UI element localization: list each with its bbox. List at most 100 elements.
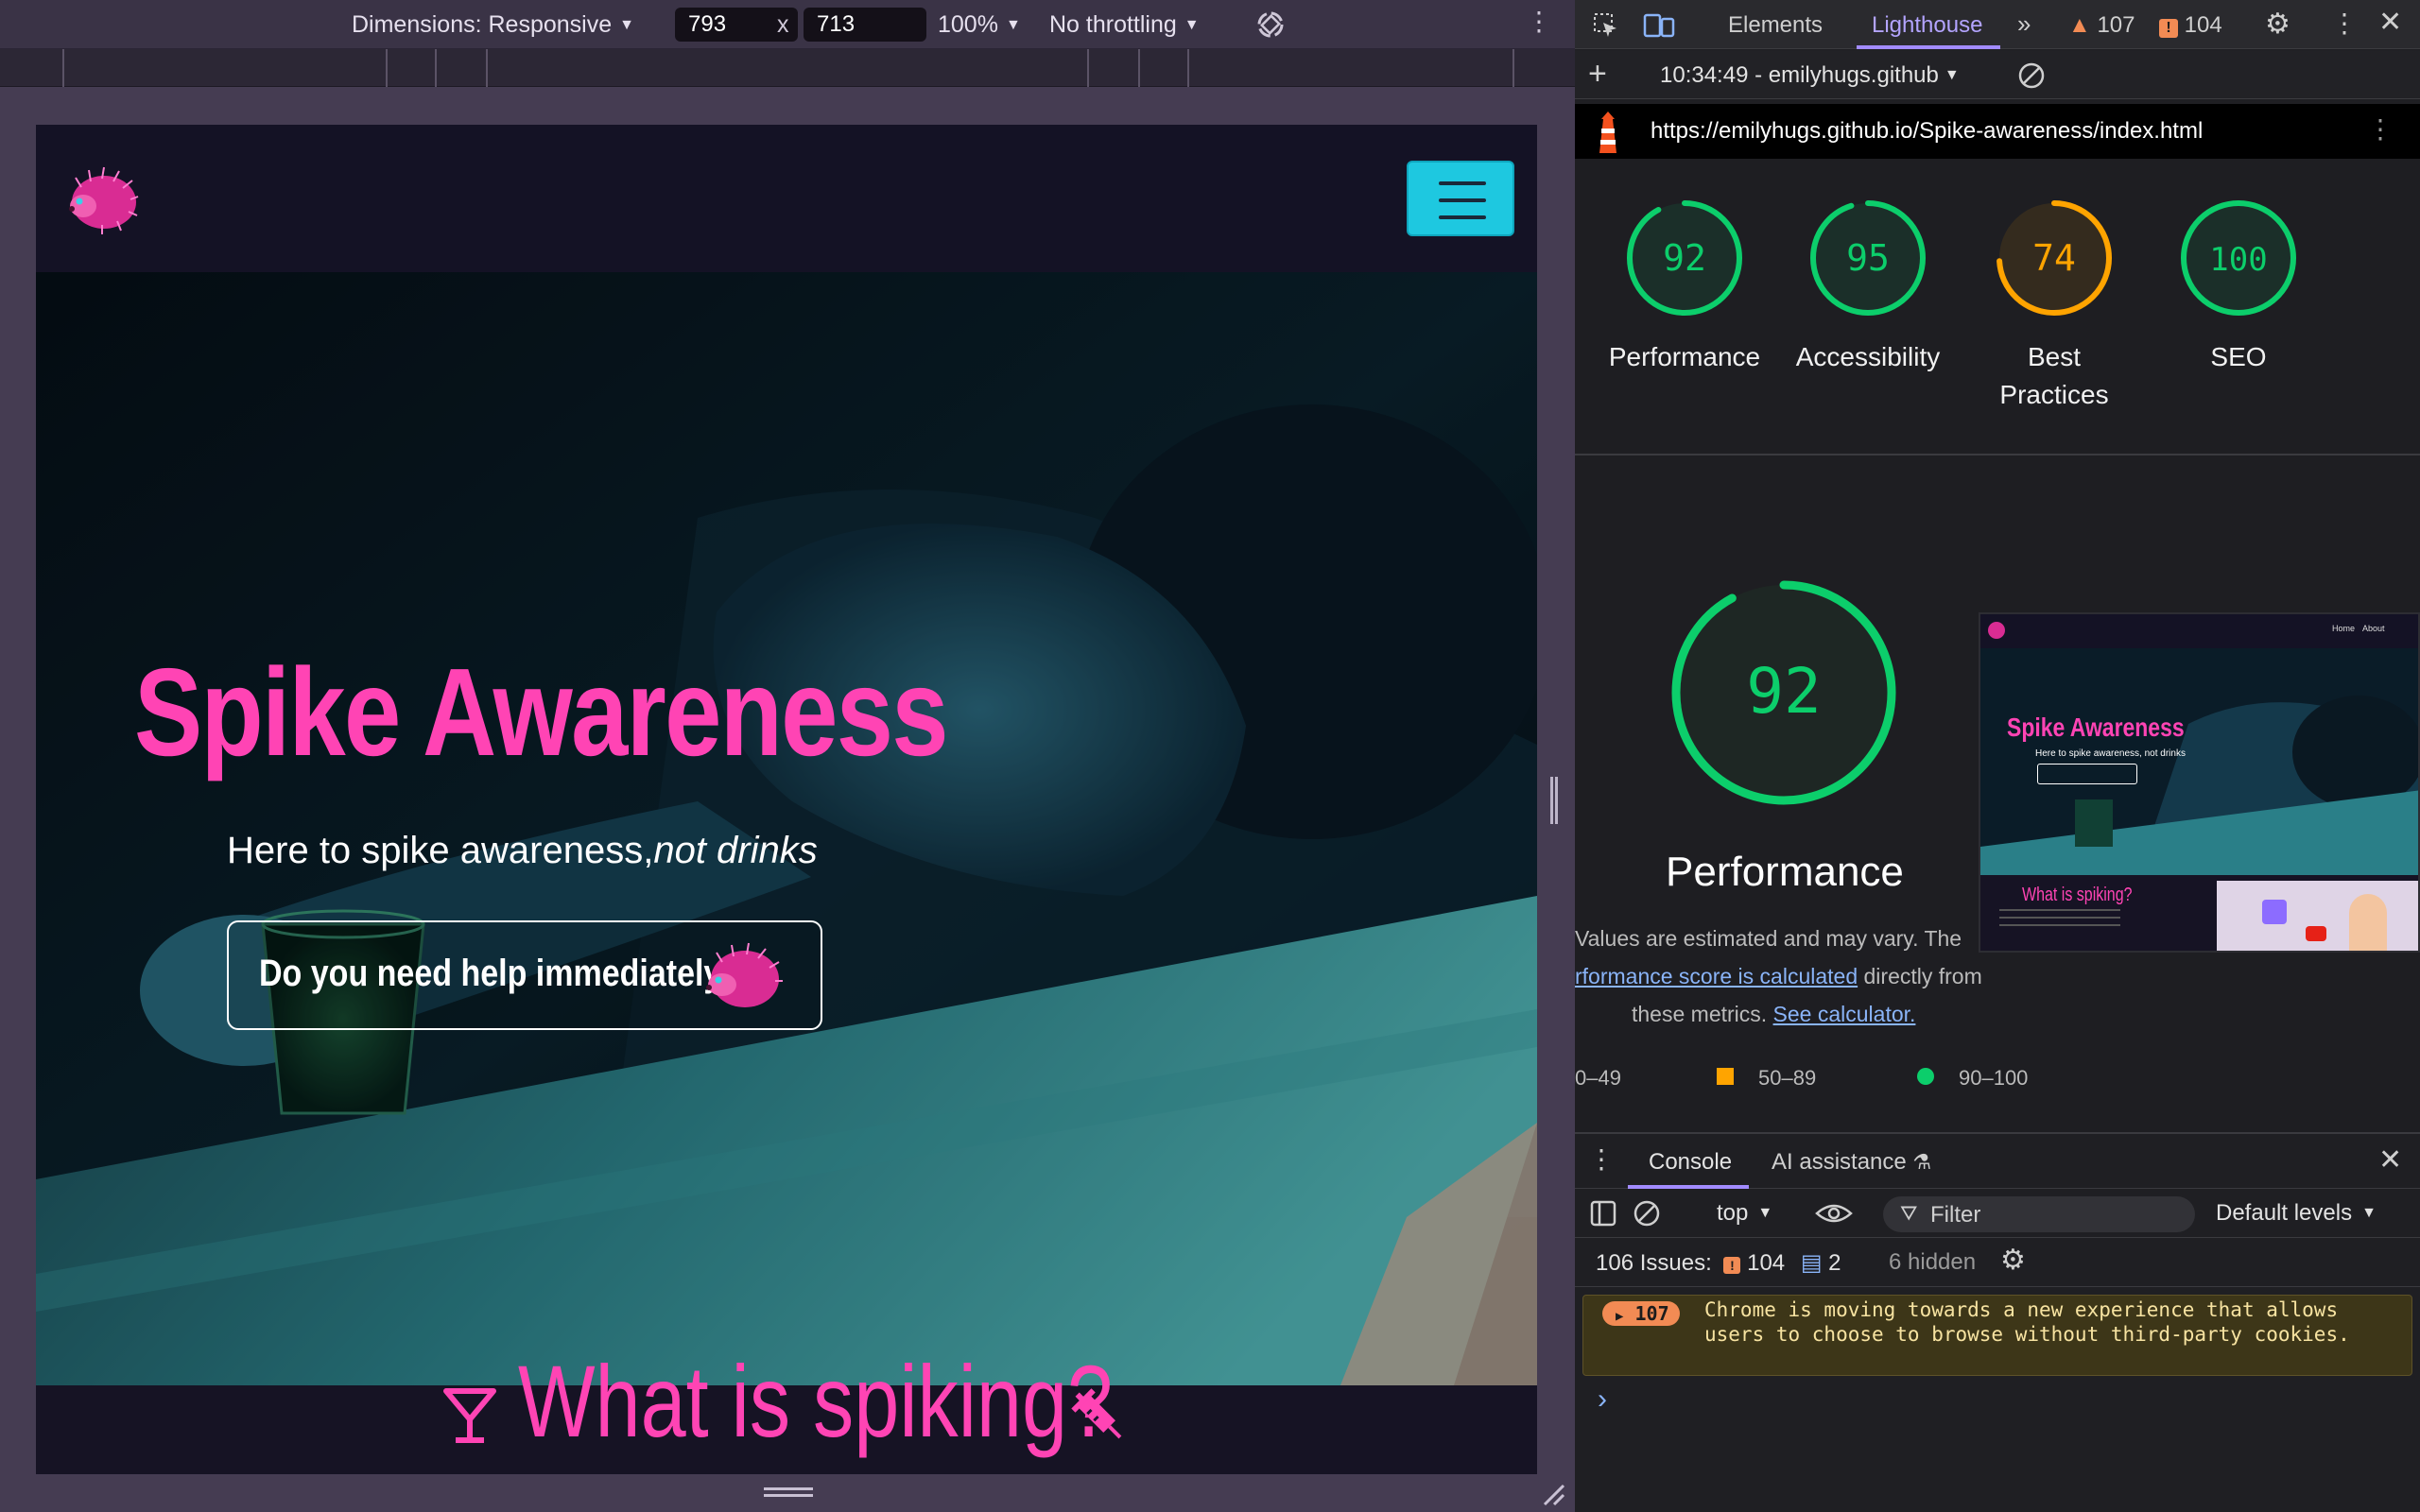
issues-bar: 106 Issues: ! 104 ▤ 2 6 hidden ⚙ xyxy=(1575,1238,2420,1287)
lighthouse-icon xyxy=(1599,112,1616,153)
cocktail-glass-icon xyxy=(443,1388,496,1443)
zoom-dropdown[interactable]: 100% ▼ xyxy=(938,11,1021,39)
dimension-separator: x xyxy=(777,11,789,38)
flask-icon: ⚗ xyxy=(1912,1150,1932,1174)
console-filter-input[interactable]: ⛛ Filter xyxy=(1883,1196,2195,1232)
see-calculator-link[interactable]: See calculator. xyxy=(1773,1002,1916,1026)
errors-counter[interactable]: ! 104 xyxy=(2159,12,2222,39)
resize-handle-bottom-line xyxy=(764,1494,813,1497)
issue-icon: ! xyxy=(2159,19,2178,38)
more-options-icon[interactable]: ⋮ xyxy=(2331,8,2358,39)
help-immediately-button[interactable]: Do you need help immediately? xyxy=(227,920,822,1030)
tab-elements[interactable]: Elements xyxy=(1728,12,1823,39)
resize-handle-side[interactable] xyxy=(1550,777,1558,824)
close-icon[interactable]: ✕ xyxy=(2378,6,2402,39)
device-toolbar-icon[interactable] xyxy=(1643,11,1675,38)
audited-url[interactable]: https://emilyhugs.github.io/Spike-awaren… xyxy=(1651,118,2203,145)
dimensions-dropdown[interactable]: Dimensions: Responsive ▼ xyxy=(352,11,634,39)
score-gauge-best-practices[interactable]: 74 Best Practices xyxy=(1966,197,2142,414)
legend-pass-dot xyxy=(1917,1068,1934,1085)
live-expression-eye-icon[interactable] xyxy=(1815,1200,1853,1227)
thumb-text-line xyxy=(1999,924,2120,926)
big-score-value: 92 xyxy=(1746,655,1821,728)
gauge-label: SEO xyxy=(2210,342,2267,371)
gauge-ring: 92 xyxy=(1627,200,1742,316)
clear-console-icon[interactable] xyxy=(1632,1198,1662,1228)
rotate-icon[interactable] xyxy=(1253,8,1288,42)
note-text: directly from xyxy=(1858,964,1982,988)
new-report-icon[interactable]: + xyxy=(1588,56,1607,93)
info-message-icon: ▤ xyxy=(1800,1250,1823,1276)
clear-icon[interactable] xyxy=(2017,61,2046,90)
media-query-ruler xyxy=(0,49,1575,87)
close-drawer-icon[interactable]: ✕ xyxy=(2378,1143,2402,1177)
legend-average-square xyxy=(1717,1068,1734,1085)
score-gauge-performance[interactable]: 92 Performance xyxy=(1599,197,1770,376)
report-more-options-icon[interactable]: ⋮ xyxy=(2367,113,2394,145)
report-selector[interactable]: 10:34:49 - emilyhugs.github ▼ xyxy=(1660,62,1960,89)
console-toolbar: top ▼ ⛛ Filter Default levels ▼ xyxy=(1575,1189,2420,1238)
height-input[interactable]: 713 xyxy=(804,8,926,42)
viewport-bottom-gutter xyxy=(0,1474,1575,1512)
warnings-counter[interactable]: ▲ 107 xyxy=(2068,12,2135,39)
menu-toggle-button[interactable] xyxy=(1407,161,1514,236)
gauge-ring: 95 xyxy=(1810,200,1926,316)
throttling-label: No throttling xyxy=(1049,11,1177,38)
drawer-menu-icon[interactable]: ⋮ xyxy=(1588,1143,1615,1175)
context-selector[interactable]: top ▼ xyxy=(1717,1200,1772,1227)
more-options-icon[interactable]: ⋮ xyxy=(1526,6,1552,37)
tab-lighthouse[interactable]: Lighthouse xyxy=(1872,12,1982,39)
hero-section: Spike Awareness Here to spike awareness,… xyxy=(36,272,1537,1385)
filter-placeholder: Filter xyxy=(1930,1202,1981,1228)
section-title: What is spiking? xyxy=(518,1344,1114,1458)
warning-count: 107 xyxy=(1634,1302,1669,1325)
warning-repeat-badge[interactable]: ▶ 107 xyxy=(1602,1301,1680,1326)
score-calculated-link[interactable]: rformance score is calculated xyxy=(1575,964,1858,988)
hero-title: Spike Awareness xyxy=(134,643,949,782)
score-gauge-accessibility[interactable]: 95 Accessibility xyxy=(1783,197,1953,376)
resize-handle-bottom[interactable] xyxy=(764,1487,813,1490)
tab-console[interactable]: Console xyxy=(1649,1149,1732,1176)
thumb-logo xyxy=(1988,622,2005,639)
youtube-play-icon xyxy=(2306,926,2326,941)
throttling-dropdown[interactable]: No throttling ▼ xyxy=(1049,11,1200,39)
warning-text: Chrome is moving towards a new experienc… xyxy=(1704,1298,2350,1346)
resize-corner-icon[interactable] xyxy=(1541,1482,1567,1508)
page-screenshot-thumbnail[interactable]: Home About Spike Awareness Here to spike… xyxy=(1979,612,2420,953)
lighthouse-report: 92 Performance 95 Accessibility 74 Best … xyxy=(1575,159,2420,1132)
inspect-element-icon[interactable] xyxy=(1592,11,1618,38)
legend-pass: 90–100 xyxy=(1959,1066,2029,1090)
issue-icon: ! xyxy=(1723,1257,1741,1274)
hedgehog-logo[interactable] xyxy=(62,159,140,236)
log-levels-dropdown[interactable]: Default levels ▼ xyxy=(2216,1200,2377,1227)
hamburger-line xyxy=(1439,215,1486,219)
score-gauge-seo[interactable]: 100 SEO xyxy=(2153,197,2324,376)
device-toolbar: Dimensions: Responsive ▼ 793 x 713 100% ▼ … xyxy=(0,0,1575,49)
hero-subtitle-plain: Here to spike awareness, xyxy=(227,830,654,871)
sidebar-toggle-icon[interactable] xyxy=(1590,1200,1616,1227)
zoom-label: 100% xyxy=(938,11,998,38)
chevron-down-icon: ▼ xyxy=(1184,17,1200,33)
settings-gear-icon[interactable]: ⚙ xyxy=(2265,8,2290,41)
hero-background-image xyxy=(36,272,1537,1385)
more-tabs-icon[interactable]: » xyxy=(2017,9,2031,39)
gauge-score-value: 100 xyxy=(2209,241,2267,279)
thumb-help-button xyxy=(2037,764,2137,784)
device-emulation-pane: Dimensions: Responsive ▼ 793 x 713 100% ▼ … xyxy=(0,0,1575,1512)
estimate-note: Values are estimated and may vary. The xyxy=(1575,926,1962,951)
gauge-label: Accessibility xyxy=(1795,342,1941,371)
estimate-note-line2: rformance score is calculated directly f… xyxy=(1575,964,1982,989)
tab-ai-assistance[interactable]: AI assistance ⚗ xyxy=(1772,1149,1931,1176)
issues-errors: 104 xyxy=(1747,1250,1786,1276)
devtools-panel: Elements Lighthouse » ▲ 107 ! 104 ⚙ ⋮ ✕ … xyxy=(1575,0,2420,1512)
gauge-score-value: 74 xyxy=(2032,237,2076,279)
console-warning-message[interactable]: ▶ 107 Chrome is moving towards a new exp… xyxy=(1582,1295,2412,1376)
console-settings-gear-icon[interactable]: ⚙ xyxy=(2000,1244,2026,1277)
syringe-icon xyxy=(1071,1388,1122,1439)
thumb-title: Spike Awareness xyxy=(2007,713,2185,742)
hedgehog-icon xyxy=(706,942,783,1007)
gauge-label: Best Practices xyxy=(1999,342,2109,409)
help-button-label: Do you need help immediately? xyxy=(259,953,742,994)
console-prompt[interactable]: › xyxy=(1598,1383,1607,1416)
issues-summary[interactable]: 106 Issues: ! 104 ▤ 2 xyxy=(1596,1249,1841,1277)
